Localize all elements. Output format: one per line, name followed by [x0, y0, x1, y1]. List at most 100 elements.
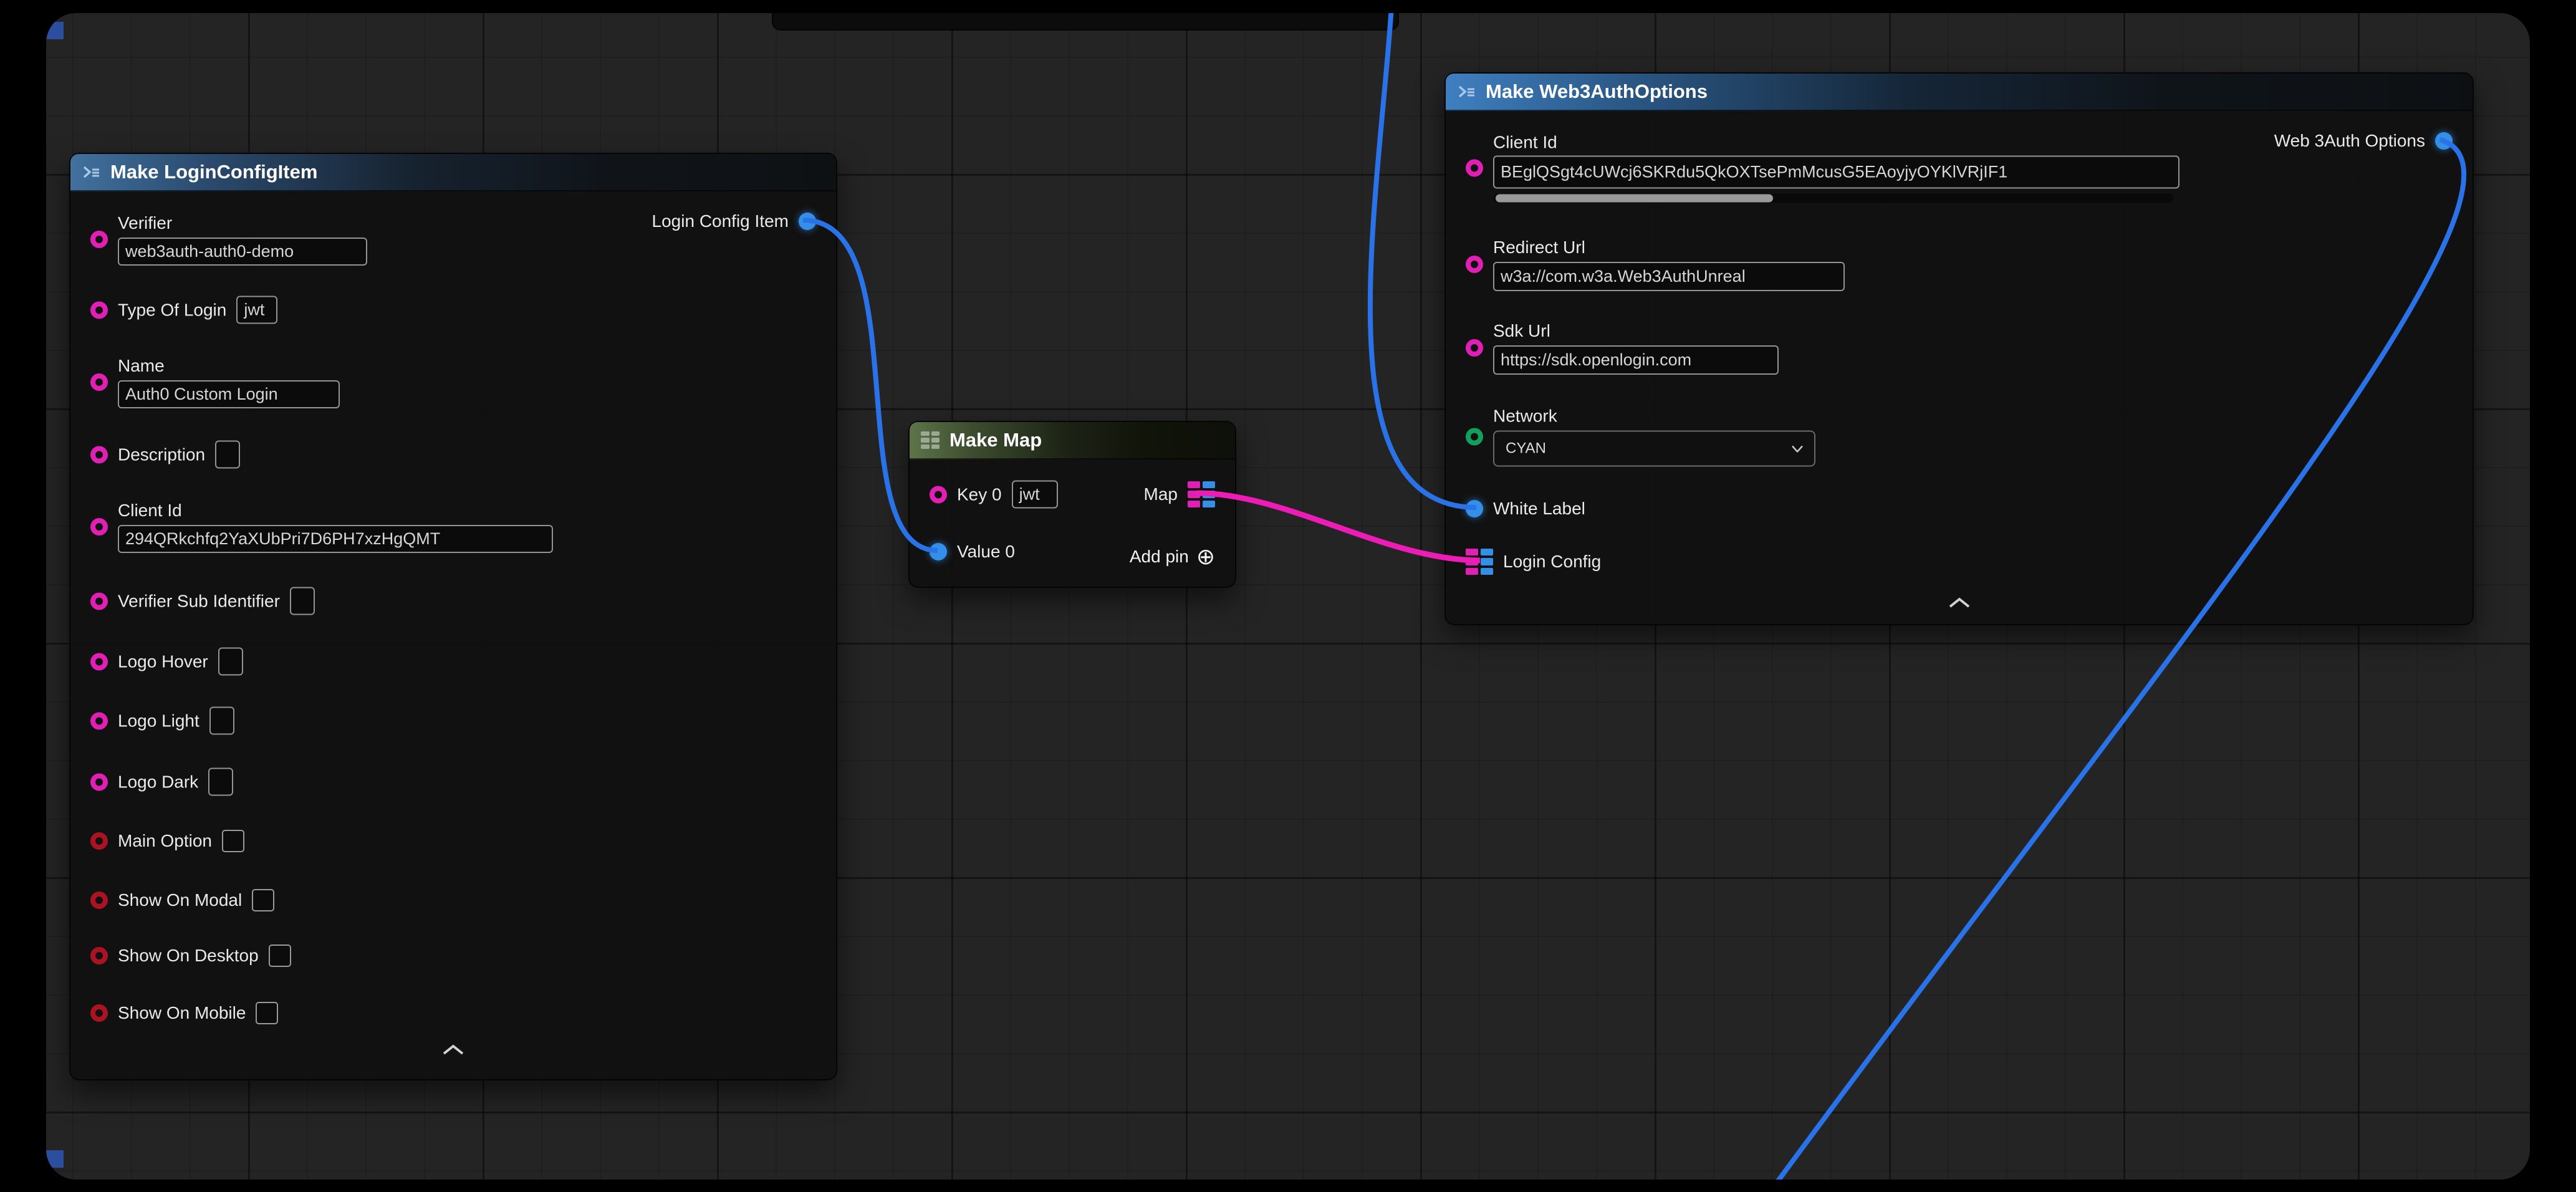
show-on-desktop-checkbox[interactable] — [269, 944, 291, 967]
pin-row-verifier: Verifier web3auth-auth0-demo — [90, 213, 367, 266]
pin-row-redirect-url: Redirect Url w3a://com.w3a.Web3AuthUnrea… — [1466, 238, 1845, 291]
verifier-input[interactable]: web3auth-auth0-demo — [118, 238, 367, 266]
pin-label: White Label — [1493, 499, 1585, 519]
pin-name[interactable] — [90, 373, 108, 391]
add-pin-button[interactable]: Add pin ⊕ — [1130, 546, 1215, 568]
node-header[interactable]: Make Map — [910, 422, 1235, 459]
pin-row-show-on-desktop: Show On Desktop — [90, 944, 291, 967]
pin-row-logo-hover: Logo Hover — [90, 648, 243, 676]
pin-label: Value 0 — [957, 542, 1015, 562]
description-input[interactable] — [215, 441, 240, 469]
pin-description[interactable] — [90, 446, 108, 463]
name-input[interactable]: Auth0 Custom Login — [118, 380, 340, 408]
make-struct-icon — [82, 163, 100, 181]
logo-light-input[interactable] — [209, 707, 234, 735]
main-option-checkbox[interactable] — [222, 830, 244, 852]
verifier-sub-identifier-input[interactable] — [290, 587, 315, 615]
client-id-scrollbar[interactable] — [1493, 194, 2173, 203]
make-struct-icon — [1457, 82, 1476, 101]
node-title: Make LoginConfigItem — [110, 161, 317, 183]
pin-client-id[interactable] — [90, 518, 108, 536]
map-icon — [921, 431, 940, 449]
pin-logo-dark[interactable] — [90, 773, 108, 791]
pin-row-key-0: Key 0 jwt — [930, 481, 1058, 509]
pin-map-output[interactable] — [1188, 481, 1215, 507]
pin-verifier[interactable] — [90, 231, 108, 248]
pin-row-verifier-sub-identifier: Verifier Sub Identifier — [90, 587, 315, 615]
pin-logo-hover[interactable] — [90, 653, 108, 670]
collapse-node-button[interactable] — [1948, 597, 1971, 612]
pin-label: Client Id — [118, 501, 553, 521]
network-selected-value: CYAN — [1506, 440, 1546, 458]
pin-row-main-option: Main Option — [90, 830, 244, 852]
pin-label: Sdk Url — [1493, 321, 1779, 341]
corner-artifact — [46, 1150, 64, 1168]
pin-show-on-mobile[interactable] — [90, 1004, 108, 1022]
pin-row-description: Description — [90, 441, 240, 469]
pin-row-logo-dark: Logo Dark — [90, 768, 233, 796]
pin-row-logo-light: Logo Light — [90, 707, 234, 735]
chevron-down-icon — [1792, 445, 1803, 452]
scrollbar-thumb[interactable] — [1496, 195, 1773, 203]
pin-network[interactable] — [1466, 428, 1483, 445]
pin-logo-light[interactable] — [90, 712, 108, 729]
chevron-up-icon — [442, 1044, 464, 1055]
pin-label: Map — [1144, 484, 1178, 504]
logo-dark-input[interactable] — [208, 768, 233, 796]
pin-value-0[interactable] — [930, 543, 947, 560]
pin-login-config[interactable] — [1466, 549, 1493, 575]
blueprint-graph-canvas[interactable]: Make LoginConfigItem Login Config Item V… — [46, 13, 2530, 1180]
pin-login-config-item-output[interactable] — [799, 213, 816, 230]
pin-verifier-sub-identifier[interactable] — [90, 592, 108, 610]
show-on-modal-checkbox[interactable] — [252, 889, 274, 911]
pin-label: Web 3Auth Options — [2274, 131, 2425, 151]
sdk-url-input[interactable]: https://sdk.openlogin.com — [1493, 345, 1779, 375]
node-make-web3auth-options[interactable]: Make Web3AuthOptions Web 3Auth Options C… — [1444, 72, 2474, 625]
offscreen-node-edge[interactable] — [772, 13, 1399, 31]
network-dropdown[interactable]: CYAN — [1493, 431, 1815, 467]
add-pin-label: Add pin — [1130, 547, 1189, 567]
node-make-login-config-item[interactable]: Make LoginConfigItem Login Config Item V… — [69, 153, 837, 1080]
pin-row-show-on-modal: Show On Modal — [90, 889, 274, 911]
pin-row-white-label: White Label — [1466, 499, 1585, 519]
pin-label: Show On Modal — [118, 890, 242, 910]
pin-key-0[interactable] — [930, 486, 947, 503]
pin-row-web3auth-options-out: Web 3Auth Options — [2274, 131, 2453, 151]
pin-row-sdk-url: Sdk Url https://sdk.openlogin.com — [1466, 321, 1779, 375]
pin-web3auth-options-output[interactable] — [2435, 132, 2453, 150]
pin-type-of-login[interactable] — [90, 301, 108, 319]
pin-row-value-0: Value 0 — [930, 542, 1015, 562]
pin-row-login-config-item-out: Login Config Item — [652, 211, 816, 231]
pin-row-network: Network CYAN — [1466, 406, 1815, 467]
redirect-url-input[interactable]: w3a://com.w3a.Web3AuthUnreal — [1493, 262, 1845, 291]
pin-redirect-url[interactable] — [1466, 256, 1483, 273]
client-id-input[interactable]: 294QRkchfq2YaXUbPri7D6PH7xzHgQMT — [118, 525, 553, 553]
pin-label: Show On Desktop — [118, 946, 259, 966]
wire-map-to-login-config[interactable] — [1197, 493, 1480, 560]
type-of-login-input[interactable]: jwt — [236, 296, 277, 324]
pin-row-name: Name Auth0 Custom Login — [90, 356, 340, 408]
logo-hover-input[interactable] — [218, 648, 243, 676]
node-title: Make Web3AuthOptions — [1486, 80, 1708, 103]
add-pin-icon: ⊕ — [1196, 546, 1215, 568]
pin-show-on-modal[interactable] — [90, 892, 108, 909]
client-id-input[interactable]: BEglQSgt4cUWcj6SKRdu5QkOXTsePmMcusG5EAoy… — [1493, 156, 2180, 189]
pin-show-on-desktop[interactable] — [90, 947, 108, 964]
pin-label: Type Of Login — [118, 300, 226, 320]
pin-label: Main Option — [118, 831, 212, 851]
pin-row-show-on-mobile: Show On Mobile — [90, 1002, 278, 1024]
node-header[interactable]: Make LoginConfigItem — [70, 154, 836, 191]
pin-row-client-id: Client Id 294QRkchfq2YaXUbPri7D6PH7xzHgQ… — [90, 501, 553, 553]
node-title: Make Map — [949, 429, 1042, 451]
pin-client-id[interactable] — [1466, 159, 1483, 176]
show-on-mobile-checkbox[interactable] — [256, 1002, 278, 1024]
key-0-input[interactable]: jwt — [1012, 481, 1058, 509]
collapse-node-button[interactable] — [442, 1044, 464, 1059]
node-header[interactable]: Make Web3AuthOptions — [1446, 74, 2473, 111]
pin-label: Verifier — [118, 213, 367, 233]
pin-label: Logo Light — [118, 711, 199, 731]
node-make-map[interactable]: Make Map Key 0 jwt Map Value 0 Add pin ⊕ — [908, 421, 1236, 588]
pin-main-option[interactable] — [90, 832, 108, 850]
pin-sdk-url[interactable] — [1466, 339, 1483, 357]
pin-white-label[interactable] — [1466, 500, 1483, 517]
